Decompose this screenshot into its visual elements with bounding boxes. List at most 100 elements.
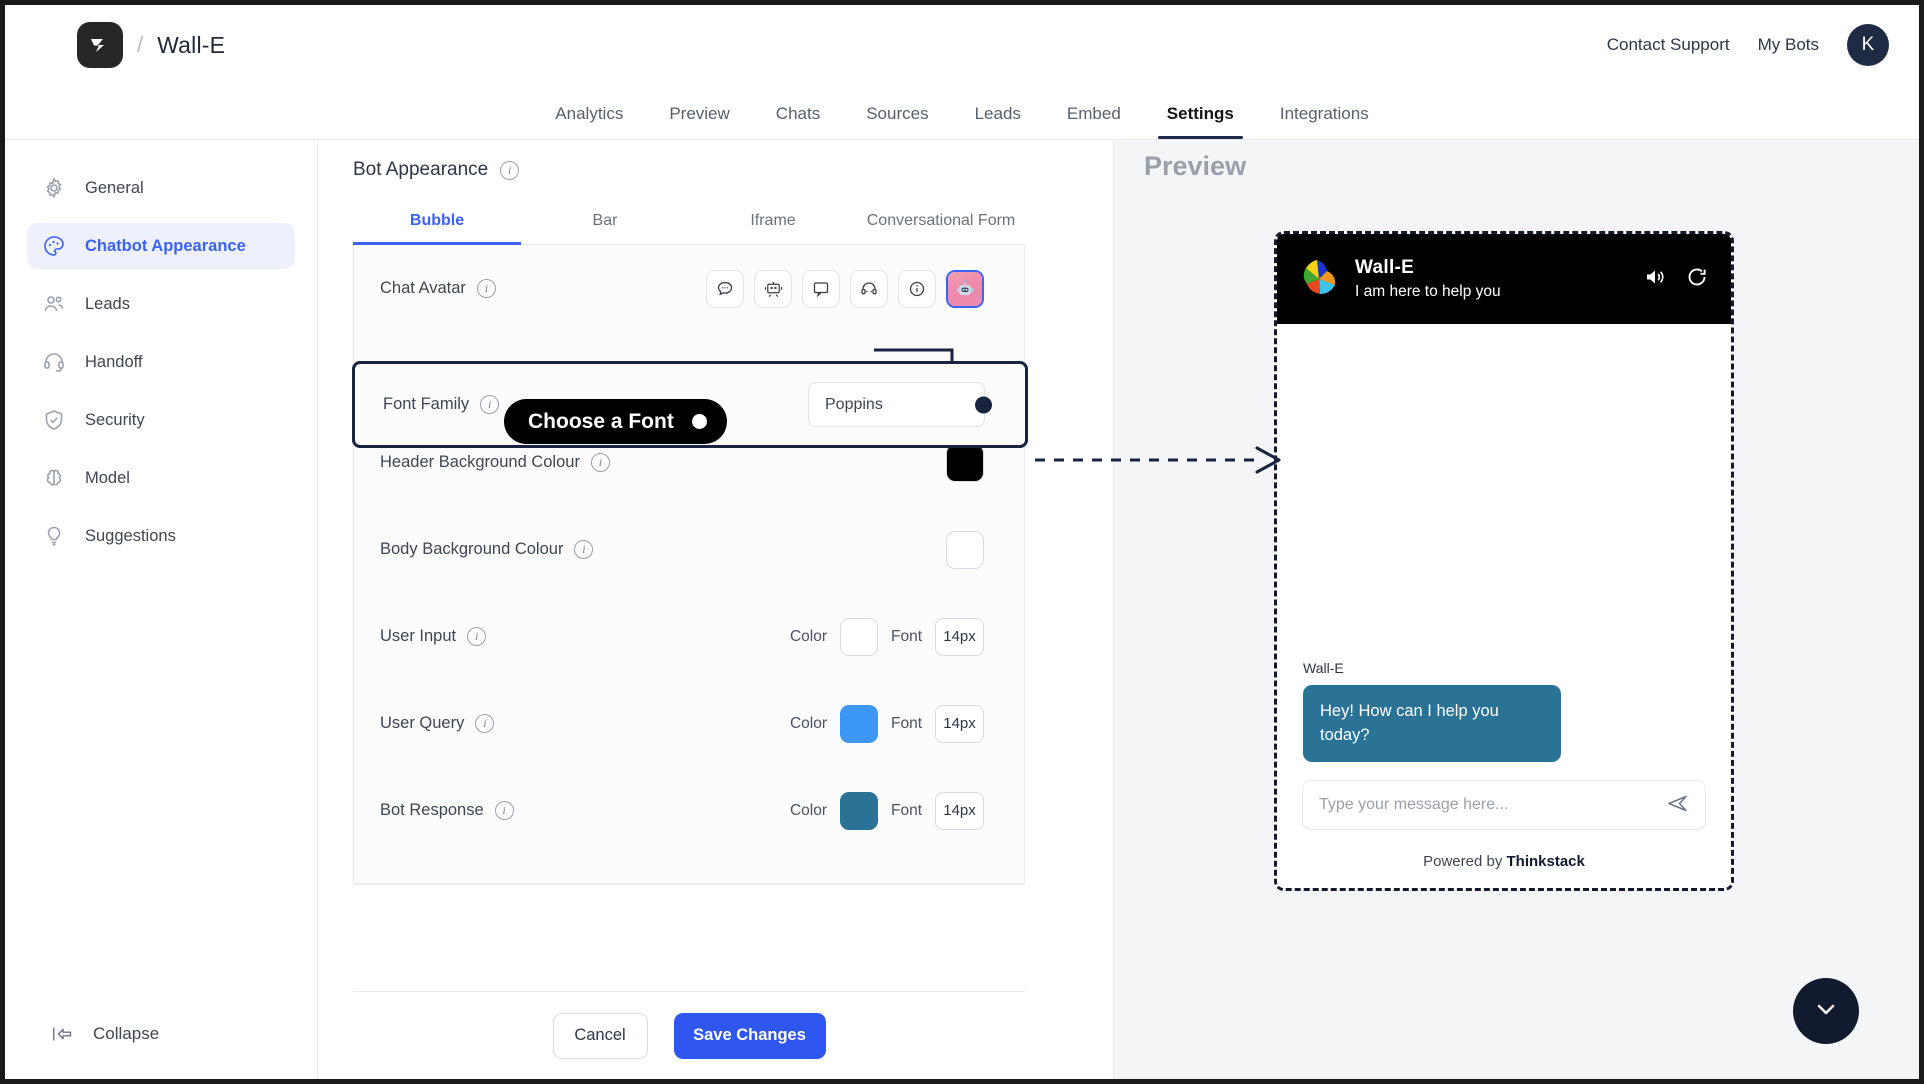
sidebar-item-security[interactable]: Security [27, 397, 295, 443]
tab-chats[interactable]: Chats [753, 104, 843, 139]
cancel-button[interactable]: Cancel [552, 1012, 648, 1059]
appearance-form: Chat Avatar i Header Background Colour i… [352, 245, 1028, 885]
info-icon[interactable]: i [494, 801, 514, 820]
chat-bubble-icon[interactable] [706, 269, 744, 308]
top-bar-actions: Contact Support My Bots K [1607, 24, 1889, 66]
speaker-icon[interactable] [1643, 265, 1667, 294]
form-actions: Cancel Save Changes [353, 991, 1025, 1079]
tab-leads[interactable]: Leads [952, 104, 1044, 139]
sidebar-item-label: Model [85, 468, 130, 487]
bot-response-label: Bot Response [380, 801, 484, 819]
widget-message-input-row[interactable]: Type your message here... [1302, 780, 1706, 830]
tab-embed[interactable]: Embed [1044, 104, 1144, 139]
font-family-label: Font Family [383, 395, 470, 413]
bot-response-font-size[interactable]: 14px [935, 791, 984, 830]
user-input-controls: Color Font 14px [789, 617, 984, 656]
bot-appearance-title-row: Bot Appearance i [319, 141, 1113, 181]
info-circle-icon[interactable] [898, 269, 936, 308]
row-bot-response: Bot Response i Color Font 14px [354, 767, 1024, 854]
info-icon[interactable]: i [480, 395, 500, 414]
sidebar-item-suggestions[interactable]: Suggestions [27, 513, 295, 559]
info-icon[interactable]: i [500, 160, 520, 180]
top-bar: / Wall-E Contact Support My Bots K [5, 5, 1919, 85]
header-bg-label-group: Header Background Colour i [380, 453, 610, 472]
tooltip-text: Choose a Font [528, 409, 674, 433]
tab-bar[interactable]: Bar [521, 211, 689, 244]
user-input-label: User Input [380, 627, 457, 645]
body-bg-color-swatch[interactable] [946, 530, 984, 569]
sidebar-item-model[interactable]: Model [27, 455, 295, 501]
contact-support-link[interactable]: Contact Support [1607, 35, 1730, 55]
font-label: Font [890, 714, 922, 732]
chat-widget-preview: Wall-E I am here to help you Wall-E Hey!… [1274, 231, 1734, 891]
message-sender-name: Wall-E [1303, 660, 1344, 677]
widget-toggle-fab[interactable] [1793, 978, 1859, 1044]
breadcrumb-separator: / [137, 32, 144, 57]
sidebar-item-label: Security [85, 410, 145, 429]
font-label: Font [890, 801, 922, 819]
widget-header-texts: Wall-E I am here to help you [1355, 257, 1629, 301]
sidebar-item-leads[interactable]: Leads [27, 281, 295, 327]
info-icon[interactable]: i [476, 279, 496, 298]
sidebar-item-general[interactable]: General [27, 165, 295, 211]
speech-box-icon[interactable] [802, 269, 840, 308]
user-query-label: User Query [380, 714, 465, 732]
font-label: Font [890, 627, 922, 645]
font-family-select[interactable]: Poppins [808, 382, 992, 427]
sidebar-item-label: Leads [85, 294, 130, 313]
my-bots-link[interactable]: My Bots [1758, 35, 1819, 55]
user-avatar[interactable]: K [1847, 24, 1889, 66]
info-icon[interactable]: i [475, 714, 495, 733]
tab-sources[interactable]: Sources [843, 104, 951, 139]
row-user-input: User Input i Color Font 14px [354, 593, 1024, 884]
headset-bot-icon[interactable] [850, 269, 888, 308]
brand-breadcrumb: / Wall-E [77, 22, 225, 68]
body-bg-label: Body Background Colour [380, 540, 564, 558]
user-input-color-swatch[interactable] [839, 617, 878, 656]
header-bg-label: Header Background Colour [380, 453, 580, 471]
robot-face-icon[interactable] [754, 269, 792, 308]
tab-integrations[interactable]: Integrations [1257, 104, 1392, 139]
info-icon[interactable]: i [590, 453, 610, 472]
sidebar-item-label: Handoff [85, 352, 143, 371]
sidebar-item-chatbot-appearance[interactable]: Chatbot Appearance [27, 223, 295, 269]
powered-by-brand: Thinkstack [1506, 853, 1585, 870]
main-nav-tabs: Analytics Preview Chats Sources Leads Em… [5, 85, 1919, 140]
lightbulb-icon [41, 523, 67, 549]
body-bg-label-group: Body Background Colour i [380, 540, 594, 559]
info-icon[interactable]: i [574, 540, 594, 559]
font-family-label-group: Font Family i [383, 395, 500, 414]
row-body-background-colour: Body Background Colour i [354, 506, 1024, 884]
header-bg-color-swatch[interactable] [946, 443, 984, 482]
robot-photo-avatar[interactable] [946, 269, 984, 308]
sidebar-list: General Chatbot Appearance Leads Handoff… [5, 141, 317, 559]
bot-message-bubble: Hey! How can I help you today? [1303, 685, 1561, 762]
user-query-label-group: User Query i [380, 714, 495, 733]
bot-response-color-swatch[interactable] [839, 791, 878, 830]
tab-bubble[interactable]: Bubble [353, 211, 521, 245]
tab-settings[interactable]: Settings [1144, 104, 1257, 139]
user-query-color-swatch[interactable] [839, 704, 878, 743]
tab-conversational-form[interactable]: Conversational Form [857, 211, 1025, 244]
color-label: Color [789, 627, 827, 645]
shield-check-icon [41, 407, 67, 433]
user-input-font-size[interactable]: 14px [935, 617, 984, 656]
app-window: / Wall-E Contact Support My Bots K Analy… [0, 0, 1924, 1084]
save-changes-button[interactable]: Save Changes [673, 1012, 826, 1059]
tab-preview[interactable]: Preview [646, 104, 752, 139]
user-query-controls: Color Font 14px [790, 704, 984, 743]
tab-iframe[interactable]: Iframe [689, 211, 857, 244]
collapse-button[interactable]: Collapse [51, 1021, 159, 1047]
info-icon[interactable]: i [467, 627, 487, 646]
send-icon[interactable] [1665, 790, 1691, 821]
sidebar-item-label: Suggestions [85, 526, 176, 545]
bot-message: Wall-E Hey! How can I help you today? [1303, 660, 1561, 762]
refresh-icon[interactable] [1685, 265, 1709, 294]
appearance-panel: Bot Appearance i Bubble Bar Iframe Conve… [319, 141, 1113, 1079]
user-query-font-size[interactable]: 14px [935, 704, 984, 743]
sidebar-item-handoff[interactable]: Handoff [27, 339, 295, 385]
chat-avatar-label-group: Chat Avatar i [380, 279, 496, 298]
font-family-value: Poppins [825, 395, 883, 413]
thinkstack-logo-icon[interactable] [77, 22, 123, 68]
tab-analytics[interactable]: Analytics [532, 104, 646, 139]
